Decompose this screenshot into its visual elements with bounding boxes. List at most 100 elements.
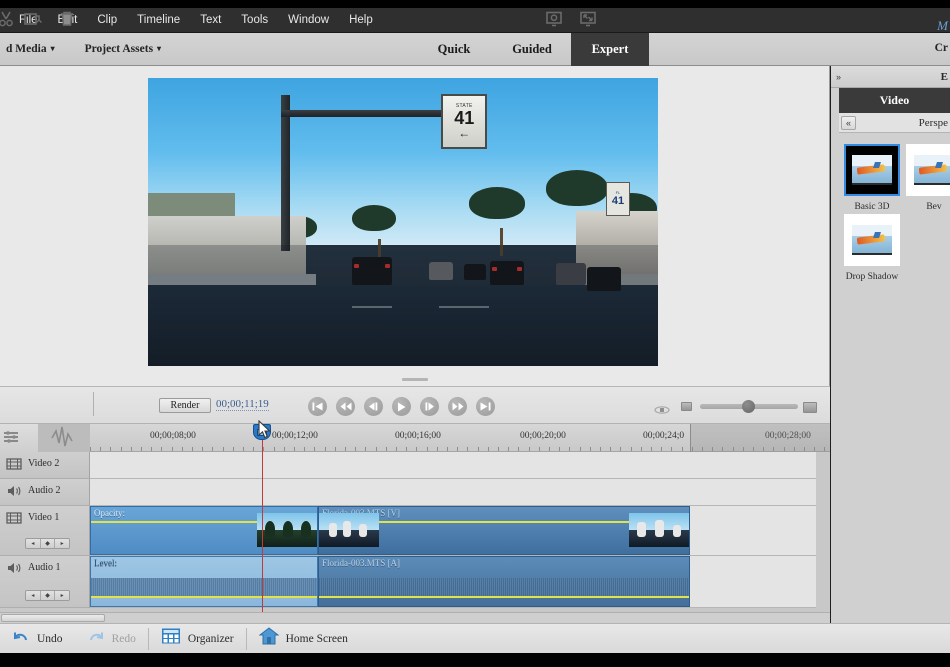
track-header-video-1[interactable]: Video 1 ◂ ◆ ▸ [0,506,90,556]
zoom-slider[interactable] [700,400,798,413]
step-forward-button[interactable] [420,397,439,416]
menu-item-text[interactable]: Text [191,11,230,29]
track-lane-video-2[interactable] [90,452,816,479]
timeline-settings-icon[interactable] [2,428,22,448]
zoom-max-icon[interactable] [803,402,817,413]
menu-item-window[interactable]: Window [279,11,338,29]
menu-item-clip[interactable]: Clip [88,11,126,29]
add-media-button[interactable]: d Media ▾ [0,41,61,57]
collapse-panel-icon[interactable]: « [841,115,857,130]
timeline-clip[interactable]: Level: [90,556,318,607]
step-back-button[interactable] [364,397,383,416]
track-lane-audio-1[interactable]: Level: Florida-003.MTS [A] [90,556,816,608]
fit-to-screen-icon[interactable] [578,9,598,29]
render-settings-icon[interactable] [544,9,564,29]
track-header-audio-1[interactable]: Audio 1 ◂ ◆ ▸ [0,556,90,608]
effect-preview-art [852,155,892,185]
create-button[interactable]: Cr [935,42,948,54]
monitor-scrub-handle[interactable] [401,378,428,381]
delete-icon[interactable] [57,9,77,29]
audio-track-icon [6,484,22,498]
effect-item-basic-3d[interactable]: Basic 3D [843,144,901,214]
project-assets-button[interactable]: Project Assets ▾ [79,41,167,57]
tab-guided[interactable]: Guided [493,33,571,66]
effect-thumbnail [906,144,950,196]
horizontal-scroll-thumb[interactable] [1,614,105,622]
clip-label: Level: [94,558,117,568]
fast-forward-button[interactable] [448,397,467,416]
playhead-line [262,424,263,612]
audio-track-icon [6,561,22,575]
effect-item-drop-shadow[interactable]: Drop Shadow [843,214,901,284]
rewind-button[interactable] [336,397,355,416]
video-track-icon [6,511,22,525]
go-to-end-button[interactable] [476,397,495,416]
status-bar: Undo Redo Organizer Home Screen [0,623,950,653]
expand-panel-icon[interactable]: » [831,72,846,82]
volume-keyframe-line[interactable] [319,596,689,598]
effects-panel-right-label[interactable]: E [941,71,948,83]
timeline-clip-selected[interactable]: Florida-003.MTS [V] [318,506,690,555]
track-lane-audio-2[interactable] [90,479,816,506]
organizer-label: Organizer [187,632,234,645]
menu-item-help[interactable]: Help [340,11,382,29]
main-toolbar: d Media ▾ Project Assets ▾ Quick Guided Ex… [0,33,950,66]
highway-sign: STATE 41 ← [441,93,488,149]
previous-keyframe-button[interactable]: ◂ [26,591,41,600]
palm-tree [352,204,396,231]
add-keyframe-button[interactable]: ◆ [40,591,56,600]
current-timecode[interactable]: 00;00;11;19 [216,398,269,411]
redo-icon [87,628,105,649]
timeline-clip-selected[interactable]: Florida-003.MTS [A] [318,556,690,607]
audio-waveform [91,578,317,598]
video-preview[interactable]: STATE 41 ← FL 41 [148,78,658,366]
palm-tree [469,187,526,220]
tab-quick[interactable]: Quick [415,33,493,66]
effect-item-bevel[interactable]: Bev [905,144,950,214]
next-keyframe-button[interactable]: ▸ [55,539,69,548]
play-button[interactable] [392,397,411,416]
split-clip-icon[interactable] [0,9,16,29]
window-bottom-edge [0,653,950,667]
track-lane-video-1[interactable]: Opacity: Florida-003.MTS [V] [90,506,816,556]
ruler-label: 00;00;08;00 [150,431,196,441]
audio-waveform-toggle[interactable] [38,424,90,452]
menu-bar: File Edit Clip Timeline Text Tools Windo… [0,8,950,33]
timeline-tracks: Video 2 Audio 2 Video 1 ◂ ◆ ▸ Opacity: [… [0,452,830,612]
track-label: Audio 2 [28,485,61,496]
menu-item-timeline[interactable]: Timeline [128,11,189,29]
timeline-horizontal-scrollbar[interactable] [0,612,830,623]
previous-keyframe-button[interactable]: ◂ [26,539,41,548]
zoom-min-icon[interactable] [681,402,692,411]
duplicate-icon[interactable] [22,9,42,29]
redo-button[interactable]: Redo [75,624,148,654]
organizer-icon [161,627,181,650]
render-button[interactable]: Render [159,398,211,413]
home-screen-button[interactable]: Home Screen [247,624,360,654]
undo-button[interactable]: Undo [0,624,75,654]
home-screen-label: Home Screen [285,632,348,645]
track-label: Audio 1 [28,562,61,573]
photoshop-elements-video-editor: File Edit Clip Timeline Text Tools Windo… [0,0,950,667]
tab-expert[interactable]: Expert [571,33,649,66]
track-header-audio-2[interactable]: Audio 2 [0,479,90,506]
ruler-header [0,424,90,452]
effects-category-bar: « Perspe [839,113,950,133]
roadside-sign: FL 41 [605,181,630,216]
timeline-clip[interactable]: Opacity: [90,506,318,555]
window-title-bar [0,0,950,8]
effects-category-label[interactable]: Perspe [919,117,948,129]
track-header-video-2[interactable]: Video 2 [0,452,90,479]
volume-keyframe-line[interactable] [91,596,317,598]
mouse-cursor [258,419,272,445]
organizer-button[interactable]: Organizer [149,624,246,654]
add-keyframe-button[interactable]: ◆ [40,539,56,548]
ruler-view-range[interactable] [690,424,830,452]
go-to-start-button[interactable] [308,397,327,416]
chevron-down-icon: ▾ [50,44,55,53]
menu-item-tools[interactable]: Tools [232,11,277,29]
zoom-out-icon[interactable] [654,403,670,415]
next-keyframe-button[interactable]: ▸ [55,591,69,600]
effect-label: Drop Shadow [845,272,899,282]
zoom-slider-knob[interactable] [742,400,755,413]
